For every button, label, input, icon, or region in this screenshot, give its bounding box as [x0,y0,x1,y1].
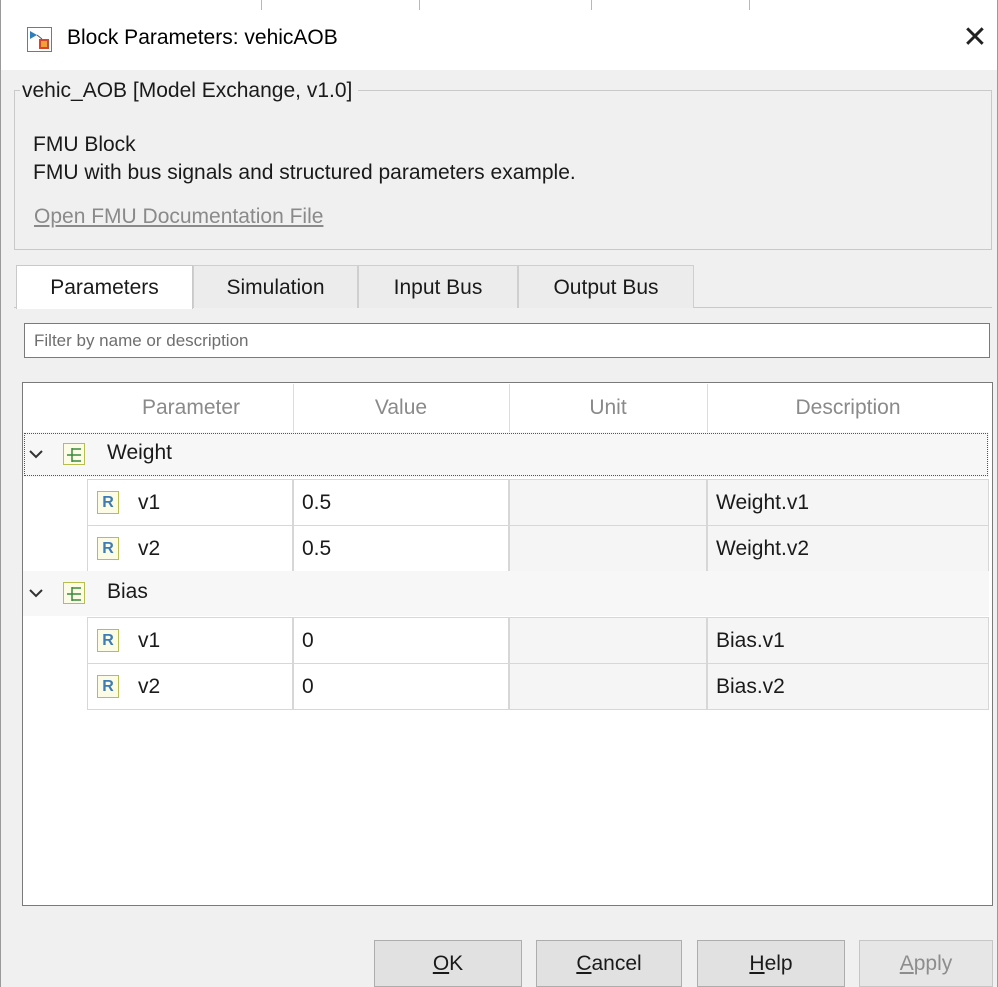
tab-parameters-label: Parameters [50,276,159,299]
tab-input-bus[interactable]: Input Bus [358,265,518,308]
table-row[interactable]: R v1 0 Bias.v1 [87,617,989,664]
table-row[interactable]: R v2 0 Bias.v2 [87,663,989,710]
ok-mnemonic: O [432,952,450,975]
real-parameter-icon: R [97,491,119,514]
table-row[interactable]: R v2 0.5 Weight.v2 [87,525,989,572]
table-row[interactable]: R v1 0.5 Weight.v1 [87,479,989,526]
parameter-name: v2 [138,675,161,698]
column-divider [509,384,510,432]
block-legend: vehic_AOB [Model Exchange, v1.0] [20,79,359,103]
unit-cell [509,525,707,572]
help-mnemonic: H [749,952,765,975]
block-description: FMU with bus signals and structured para… [33,161,576,184]
parameter-name: v1 [138,491,161,514]
ok-label-rest: K [449,952,464,975]
description-cell: Bias.v2 [707,663,989,710]
header-unit[interactable]: Unit [509,396,707,426]
block-parameters-dialog: Block Parameters: vehicAOB ✕ vehic_AOB [… [0,0,998,987]
tab-simulation[interactable]: Simulation [193,265,358,308]
tab-parameters[interactable]: Parameters [16,265,193,309]
real-parameter-icon: R [97,629,119,652]
parameter-cell: R v2 [87,525,293,572]
filter-placeholder: Filter by name or description [34,331,249,350]
parameter-name: v2 [138,537,161,560]
group-row-weight[interactable]: Weight [23,432,989,477]
value-cell[interactable]: 0 [293,663,509,710]
open-documentation-link[interactable]: Open FMU Documentation File [34,205,323,229]
block-type-label: FMU Block [33,133,136,156]
header-description[interactable]: Description [707,396,989,426]
description-cell: Weight.v1 [707,479,989,526]
group-row-bias[interactable]: Bias [23,571,989,616]
cancel-label-rest: ancel [591,952,642,975]
tab-output-bus-label: Output Bus [553,276,659,299]
unit-cell [509,617,707,664]
parameter-cell: R v1 [87,617,293,664]
tab-output-bus[interactable]: Output Bus [518,265,694,308]
unit-cell [509,663,707,710]
tab-input-bus-label: Input Bus [393,276,483,299]
cancel-mnemonic: C [576,952,592,975]
value-cell[interactable]: 0.5 [293,479,509,526]
apply-label-rest: pply [913,952,953,975]
parameter-name: v1 [138,629,161,652]
parameter-cell: R v1 [87,479,293,526]
real-parameter-icon: R [97,675,119,698]
chevron-down-icon[interactable] [29,588,43,598]
chevron-down-icon[interactable] [29,449,43,459]
help-label-rest: elp [764,952,793,975]
value-cell[interactable]: 0.5 [293,525,509,572]
column-divider [293,384,294,432]
tab-simulation-label: Simulation [226,276,325,299]
apply-button[interactable]: Apply [859,940,993,987]
struct-icon [63,443,85,465]
ok-button[interactable]: OK [374,940,522,987]
struct-icon [63,582,85,604]
simulink-block-icon [27,27,52,52]
title-bar[interactable]: Block Parameters: vehicAOB ✕ [1,0,997,70]
group-label-weight: Weight [107,441,172,464]
filter-input[interactable]: Filter by name or description [24,323,990,358]
apply-mnemonic: A [899,952,914,975]
close-button[interactable]: ✕ [955,18,995,58]
close-icon: ✕ [962,21,988,54]
group-label-bias: Bias [107,580,148,603]
header-value[interactable]: Value [293,396,509,426]
header-parameter[interactable]: Parameter [89,396,293,426]
cancel-button[interactable]: Cancel [536,940,682,987]
parameter-cell: R v2 [87,663,293,710]
window-title: Block Parameters: vehicAOB [67,26,338,49]
value-cell[interactable]: 0 [293,617,509,664]
description-cell: Bias.v1 [707,617,989,664]
unit-cell [509,479,707,526]
description-cell: Weight.v2 [707,525,989,572]
help-button[interactable]: Help [697,940,845,987]
column-divider [707,384,708,432]
real-parameter-icon: R [97,537,119,560]
